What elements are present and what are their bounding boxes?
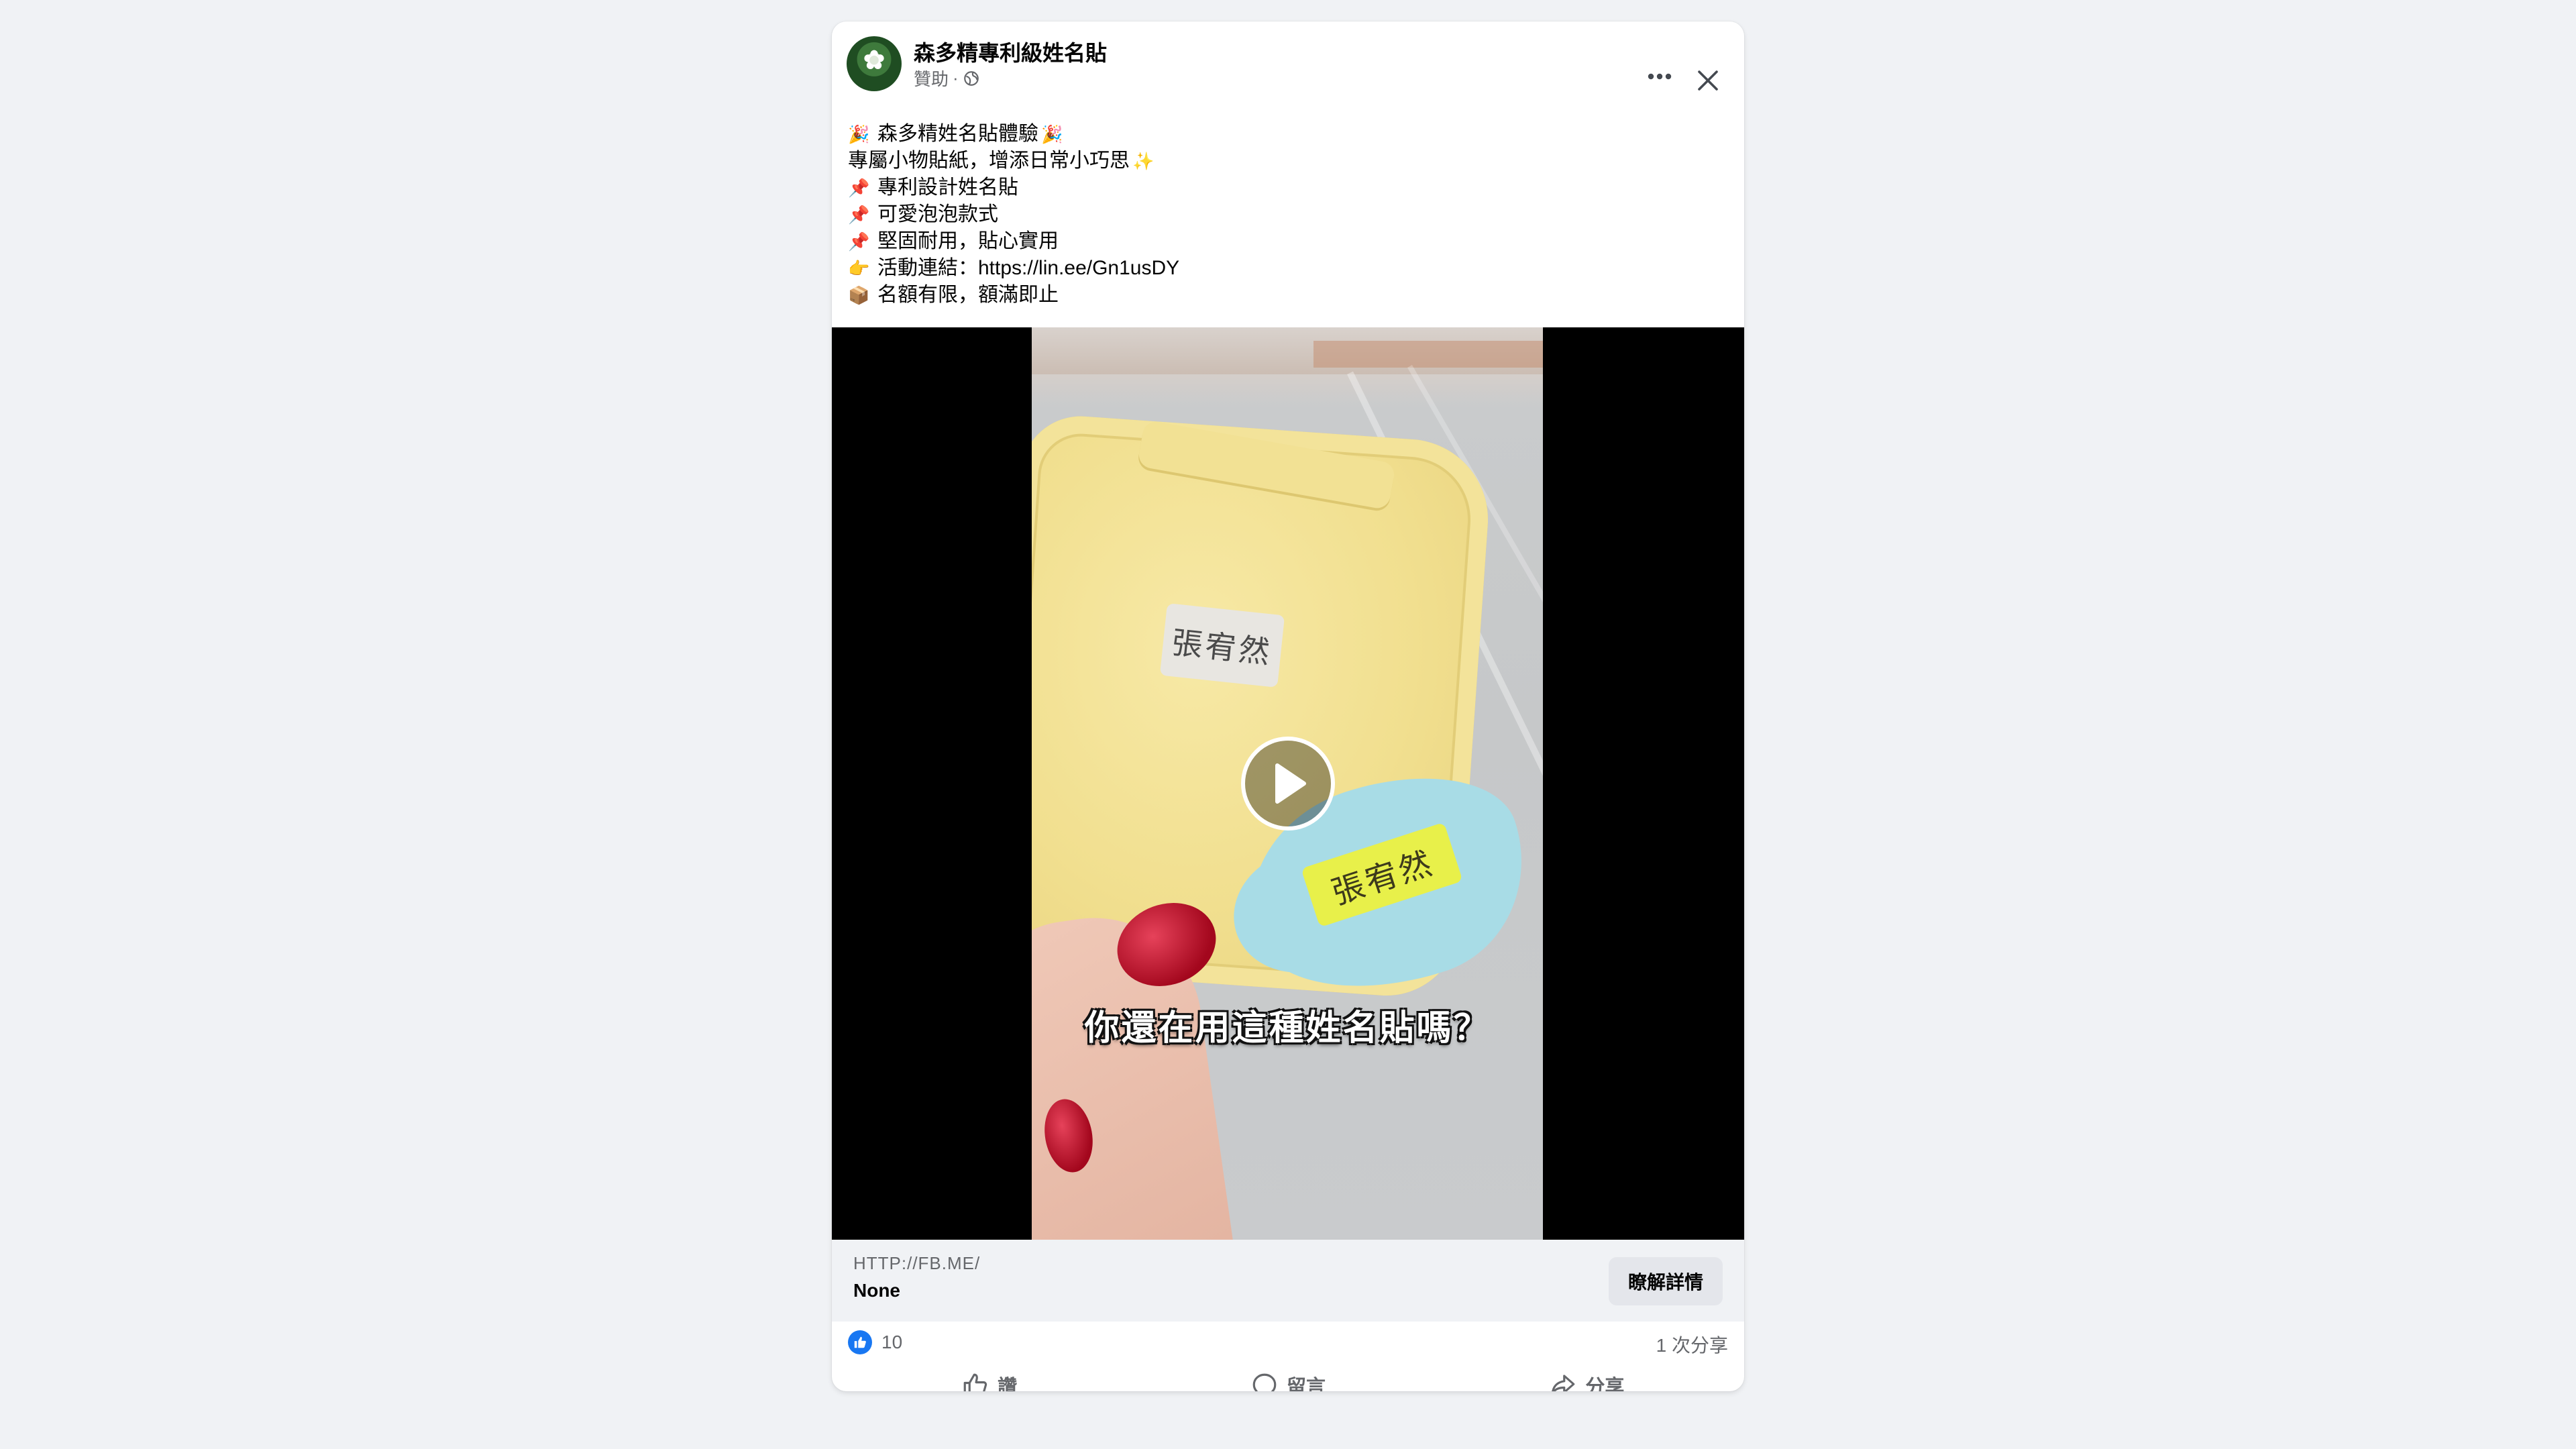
play-button[interactable] xyxy=(1241,737,1335,830)
post-line: 專屬小物貼紙，增添日常小巧思 ✨ xyxy=(848,148,1720,174)
share-label: 分享 xyxy=(1585,1377,1625,1391)
post-meta: 贊助 · xyxy=(914,66,980,91)
post-line: 📌 堅固耐用，貼心實用 xyxy=(848,228,1720,255)
post-line: 📌 可愛泡泡款式 xyxy=(848,201,1720,228)
post-line-text: 森多精姓名貼體驗 xyxy=(877,123,1038,145)
meta-separator: · xyxy=(953,68,959,88)
like-reaction-icon xyxy=(848,1330,872,1354)
pushpin-icon: 📌 xyxy=(848,178,870,198)
more-horizontal-icon xyxy=(1648,73,1672,80)
post-line: 👉 活動連結：https://lin.ee/Gn1usDY xyxy=(848,255,1720,282)
post-header: ✿ 森多精專利級姓名貼 贊助 · xyxy=(832,21,1744,102)
page-name[interactable]: 森多精專利級姓名貼 xyxy=(914,36,1107,67)
name-sticker-white: 張宥然 xyxy=(1159,603,1285,688)
comment-icon xyxy=(1252,1373,1277,1391)
sponsored-post-card: ✿ 森多精專利級姓名貼 贊助 · 🎉 森多精姓名貼體驗 🎉 專屬小物貼紙，增添日… xyxy=(832,21,1744,1391)
post-line-link[interactable]: 活動連結：https://lin.ee/Gn1usDY xyxy=(877,255,1179,282)
party-popper-icon: 🎉 xyxy=(1041,124,1063,144)
close-button[interactable] xyxy=(1689,62,1727,99)
post-line: 🎉 森多精姓名貼體驗 🎉 xyxy=(848,121,1720,148)
share-icon xyxy=(1552,1375,1575,1391)
play-icon xyxy=(1275,763,1306,804)
close-icon xyxy=(1698,70,1718,91)
link-preview[interactable]: HTTP://FB.ME/ None 瞭解詳情 xyxy=(832,1240,1744,1322)
link-title[interactable]: None xyxy=(853,1280,900,1301)
sponsored-label[interactable]: 贊助 xyxy=(914,66,949,91)
video-background xyxy=(1313,341,1543,368)
package-icon: 📦 xyxy=(848,285,870,305)
thumbs-up-icon xyxy=(963,1373,987,1391)
party-popper-icon: 🎉 xyxy=(848,124,870,144)
comment-label: 留言 xyxy=(1286,1377,1326,1391)
post-actions: 讚 留言 分享 xyxy=(840,1367,1736,1391)
comment-button[interactable]: 留言 xyxy=(1138,1367,1437,1391)
post-line-text: 堅固耐用，貼心實用 xyxy=(877,230,1059,252)
reactions-summary[interactable]: 10 xyxy=(848,1327,902,1358)
reaction-count[interactable]: 10 xyxy=(881,1332,902,1353)
pushpin-icon: 📌 xyxy=(848,205,870,225)
share-count[interactable]: 1 次分享 xyxy=(1656,1331,1728,1358)
link-domain[interactable]: HTTP://FB.ME/ xyxy=(853,1253,980,1274)
globe-icon[interactable] xyxy=(963,70,980,87)
post-line-text: 名額有限，額滿即止 xyxy=(877,284,1059,306)
sparkles-icon: ✨ xyxy=(1132,151,1155,171)
video-player[interactable]: 張宥然 張宥然 你還在用這種姓名貼嗎？ xyxy=(832,327,1744,1240)
share-button[interactable]: 分享 xyxy=(1438,1367,1736,1391)
learn-more-button[interactable]: 瞭解詳情 xyxy=(1609,1257,1723,1305)
thumbs-up-icon xyxy=(854,1336,866,1348)
post-message: 🎉 森多精姓名貼體驗 🎉 專屬小物貼紙，增添日常小巧思 ✨ 📌 專利設計姓名貼 … xyxy=(848,121,1720,309)
pushpin-icon: 📌 xyxy=(848,231,870,252)
post-line: 📌 專利設計姓名貼 xyxy=(848,174,1720,201)
post-line-text: 專屬小物貼紙，增添日常小巧思 xyxy=(848,150,1130,172)
avatar-logo-icon: ✿ xyxy=(863,46,885,75)
pointing-hand-icon: 👉 xyxy=(848,258,870,278)
post-line-text: 可愛泡泡款式 xyxy=(877,203,998,225)
page-avatar[interactable]: ✿ xyxy=(847,36,902,91)
video-caption: 你還在用這種姓名貼嗎？ xyxy=(1084,1009,1491,1048)
like-button[interactable]: 讚 xyxy=(840,1367,1138,1391)
post-line-text: 專利設計姓名貼 xyxy=(877,176,1018,199)
post-line: 📦 名額有限，額滿即止 xyxy=(848,282,1720,309)
page: ✿ 森多精專利級姓名貼 贊助 · 🎉 森多精姓名貼體驗 🎉 專屬小物貼紙，增添日… xyxy=(0,0,2576,1449)
like-label: 讚 xyxy=(998,1377,1018,1391)
more-options-button[interactable] xyxy=(1641,58,1678,95)
